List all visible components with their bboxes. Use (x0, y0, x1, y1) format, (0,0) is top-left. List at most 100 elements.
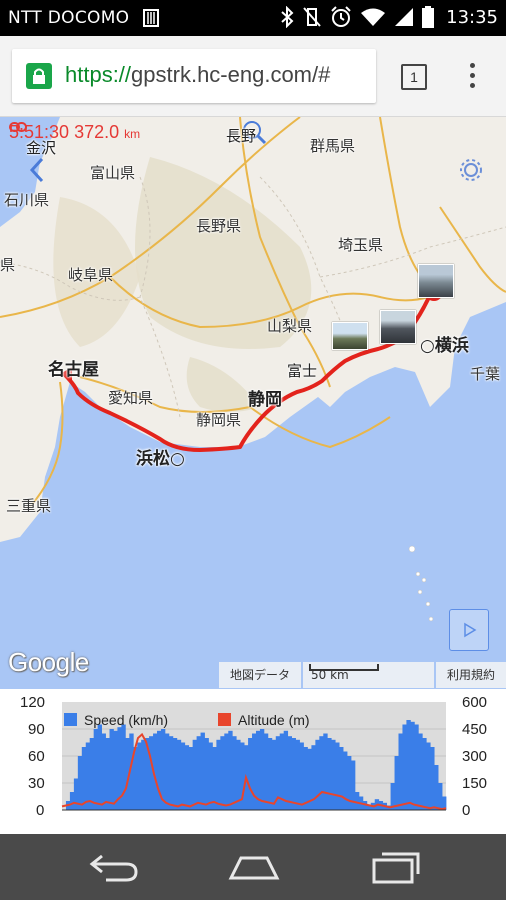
map-label-aichi: 愛知県 (108, 389, 154, 407)
url-host: gpstrk.hc-eng.com/# (131, 62, 331, 87)
speed-bar (323, 733, 328, 810)
speed-bar (267, 738, 273, 810)
recents-nav-icon[interactable] (370, 850, 422, 884)
speed-bar (212, 747, 217, 810)
speed-bar (109, 729, 114, 810)
map-label-shizuoka: 静岡 (248, 390, 282, 410)
clock: 13:35 (446, 6, 498, 28)
speed-bar (208, 742, 213, 810)
map-label-ishikawa: 石川県 (4, 191, 50, 209)
speed-bar (414, 724, 419, 810)
android-navigation-bar (0, 834, 506, 900)
speed-bar (315, 739, 320, 810)
speed-bar (81, 747, 87, 810)
home-nav-icon[interactable] (227, 852, 281, 882)
distance-unit: km (124, 127, 141, 141)
speed-bar (192, 739, 197, 810)
photo-thumbnail[interactable] (332, 322, 368, 350)
wifi-icon (361, 8, 386, 26)
speed-bar (101, 733, 106, 810)
map-label-mie: 三重県 (6, 497, 52, 515)
speed-bar (232, 736, 237, 810)
alarm-icon (331, 6, 351, 27)
scale-bar (309, 664, 379, 671)
trip-distance: 372.0 (74, 122, 120, 142)
speed-bar (410, 721, 415, 810)
speed-bar (434, 765, 439, 810)
playback-button[interactable] (449, 609, 489, 651)
carrier-name: NTT DOCOMO (8, 8, 130, 28)
speed-bar (299, 742, 304, 810)
map-label-fuji: 富士 (287, 362, 318, 380)
map-label-gifu: 岐阜県 (68, 266, 114, 284)
map-label-toyama: 富山県 (90, 164, 136, 182)
legend-swatch-altitude (218, 713, 231, 726)
map-label-saitama: 埼玉県 (338, 236, 384, 254)
back-nav-icon[interactable] (88, 852, 140, 882)
map-label-shizuoka-ken: 静岡県 (196, 411, 242, 429)
speed-bar (204, 738, 209, 810)
speed-bar (224, 733, 229, 810)
map-scale: 50 km (303, 662, 434, 688)
speed-bar (105, 738, 110, 810)
map-label-nagano-ken: 長野県 (196, 217, 242, 235)
speed-bar (303, 747, 308, 810)
speed-bar (89, 738, 95, 810)
cell-signal-icon (395, 8, 414, 26)
speed-bar (438, 783, 443, 810)
link-icon[interactable] (9, 122, 27, 132)
back-arrow-icon[interactable] (28, 157, 46, 183)
speed-bar (406, 720, 411, 810)
speed-bar (228, 730, 233, 810)
map-label-hamamatsu: 浜松○ (136, 449, 185, 469)
speed-bar (426, 742, 431, 810)
terms-link[interactable]: 利用規約 (436, 662, 506, 688)
speed-altitude-chart: 120 90 60 30 0 600 450 300 150 0 Speed (… (0, 690, 506, 832)
photo-thumbnail[interactable] (418, 264, 454, 298)
legend-label-speed: Speed (km/h) (84, 712, 168, 728)
settings-gear-icon[interactable] (458, 157, 484, 183)
speed-bar (319, 736, 324, 810)
address-bar[interactable]: https://gpstrk.hc-eng.com/# (12, 49, 376, 103)
speed-bar (168, 736, 174, 810)
map-view[interactable]: 5:51:30 372.0 km 金沢 石川県 富山県 長野 群馬県 長野県 埼… (0, 117, 506, 689)
bluetooth-icon (281, 6, 294, 28)
speed-bar (259, 729, 265, 810)
map-label-nagano-city: 長野 (226, 127, 257, 145)
speed-bar (398, 733, 403, 810)
battery-icon (422, 6, 435, 28)
speed-bar (73, 778, 79, 810)
speed-bar (339, 747, 344, 810)
speed-bar (220, 736, 225, 810)
play-icon (464, 622, 477, 638)
speed-bar (283, 730, 289, 810)
chart-plot: Speed (km/h) Altitude (m) (61, 702, 447, 811)
map-label-nagoya: 名古屋 (48, 360, 99, 380)
status-bar: NTT DOCOMO 13:35 (0, 0, 506, 36)
overflow-menu-icon[interactable] (466, 60, 478, 92)
speed-bar (200, 732, 205, 810)
speed-bar (216, 739, 221, 810)
map-label-yokohama: ○横浜 (420, 336, 469, 356)
speed-bar (97, 724, 102, 810)
speed-bar (291, 738, 296, 810)
tab-switcher-button[interactable]: 1 (401, 64, 427, 90)
speed-bar (402, 724, 407, 810)
speed-bar (164, 733, 170, 810)
speed-bar (172, 738, 178, 810)
speed-bar (77, 756, 83, 810)
speed-bar (252, 733, 257, 810)
sim-card-icon (143, 9, 159, 27)
speed-bar (418, 733, 423, 810)
photo-thumbnail[interactable] (380, 310, 416, 344)
map-data-link[interactable]: 地図データ (219, 662, 301, 688)
speed-bar (331, 739, 336, 810)
speed-bar (287, 736, 293, 810)
speed-bar (93, 729, 99, 810)
speed-bar (327, 738, 332, 810)
map-label-kanazawa: 金沢 (26, 139, 57, 157)
speed-bar (180, 742, 186, 810)
speed-bar (422, 738, 427, 810)
browser-toolbar: https://gpstrk.hc-eng.com/# 1 (0, 36, 506, 117)
speed-bar (354, 792, 360, 810)
